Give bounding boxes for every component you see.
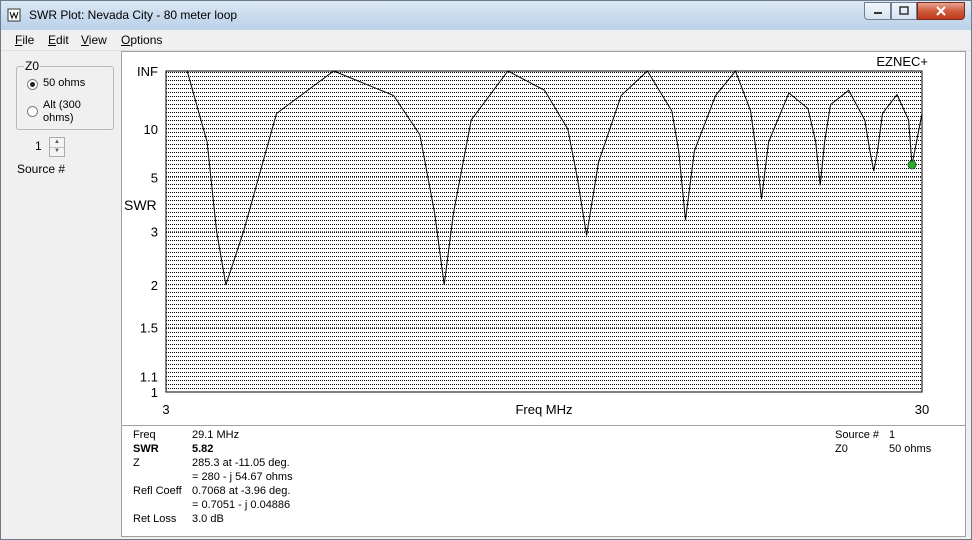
window-title: SWR Plot: Nevada City - 80 meter loop [29,8,238,22]
menu-options[interactable]: Options [121,33,162,47]
y-tick-label: 2 [151,278,158,293]
source-number-value[interactable]: 1 [35,139,42,153]
left-panel: Z0 50 ohms Alt (300 ohms) 1 ▲ ▼ Source # [1,51,121,426]
readout-label: SWR [133,443,159,455]
readout-value: 29.1 MHz [192,429,240,441]
y-axis-tick-labels: INF 10 5 3 2 1.5 1.11 [137,64,158,400]
y-tick-label: 10 [144,122,158,137]
menu-bar: File Edit View Options [1,30,971,51]
readout-value: = 280 - j 54.67 ohms [192,471,293,483]
maximize-button[interactable] [891,2,917,20]
swr-plot-window: SWR Plot: Nevada City - 80 meter loop Fi… [0,0,972,540]
readout-label: Freq [133,429,156,441]
readout-label: Source # [835,429,880,441]
menu-file[interactable]: File [15,33,34,47]
close-icon [936,6,946,16]
readout-value: 3.0 dB [192,513,224,525]
maximize-icon [899,6,909,15]
source-number-label: Source # [17,162,66,176]
swr-chart[interactable]: INF 10 5 3 2 1.5 1.11 3 30 SWR Freq MHz EZNEC+ [122,52,965,425]
readout-label: Z0 [835,443,848,455]
x-tick-label: 30 [915,402,929,417]
radio-50-ohms[interactable] [27,79,38,90]
menu-edit[interactable]: Edit [48,33,69,47]
radio-alt-ohms-label-line1[interactable]: Alt (300 [43,99,81,112]
swr-plot-area[interactable]: INF 10 5 3 2 1.5 1.1 1 3 30 SWR Freq MHz EZNEC+ [121,51,966,426]
y-axis-label: SWR [124,197,157,213]
source-number-spinner[interactable]: ▲ ▼ [49,137,65,157]
z0-groupbox: Z0 50 ohms Alt (300 ohms) [16,59,114,130]
eznec-watermark: EZNEC+ [876,54,928,69]
radio-alt-ohms-label-line2[interactable]: ohms) [43,112,74,125]
readout-label: Z [133,457,140,469]
y-tick-label: 3 [151,224,158,239]
spin-down-arrow-icon[interactable]: ▼ [50,147,64,156]
readout-value: 5.82 [192,443,214,455]
swr-marker-point[interactable] [907,160,917,170]
readout-value: 1 [889,429,896,441]
x-tick-label: 3 [162,402,169,417]
y-tick-label: 1.5 [140,321,158,336]
readout-label: Refl Coeff [133,485,182,497]
title-bar[interactable]: SWR Plot: Nevada City - 80 meter loop [1,1,971,30]
readout-value: 285.3 at -11.05 deg. [192,457,290,469]
readout-value: = 0.7051 - j 0.04886 [192,499,291,511]
readout-value: 0.7068 at -3.96 deg. [192,485,291,497]
radio-alt-ohms[interactable] [27,106,38,117]
readout-label: Ret Loss [133,513,177,525]
x-axis-label: Freq MHz [515,402,572,417]
minimize-icon [873,12,882,14]
readout-panel: Freq 29.1 MHz SWR 5.82 Z 285.3 at -11.05 deg.… [121,425,966,537]
y-tick-label: 5 [151,171,158,186]
menu-view[interactable]: View [81,33,107,47]
y-tick-label: 1.1 [140,370,158,385]
app-icon[interactable] [7,8,21,22]
y-tick-label: 1 [151,385,158,400]
z0-group-title: Z0 [24,59,41,73]
close-button[interactable] [917,2,965,20]
y-tick-label: INF [137,64,158,79]
radio-50-ohms-label[interactable]: 50 ohms [43,77,85,90]
readout-value: 50 ohms [889,443,932,455]
minimize-button[interactable] [864,2,891,20]
